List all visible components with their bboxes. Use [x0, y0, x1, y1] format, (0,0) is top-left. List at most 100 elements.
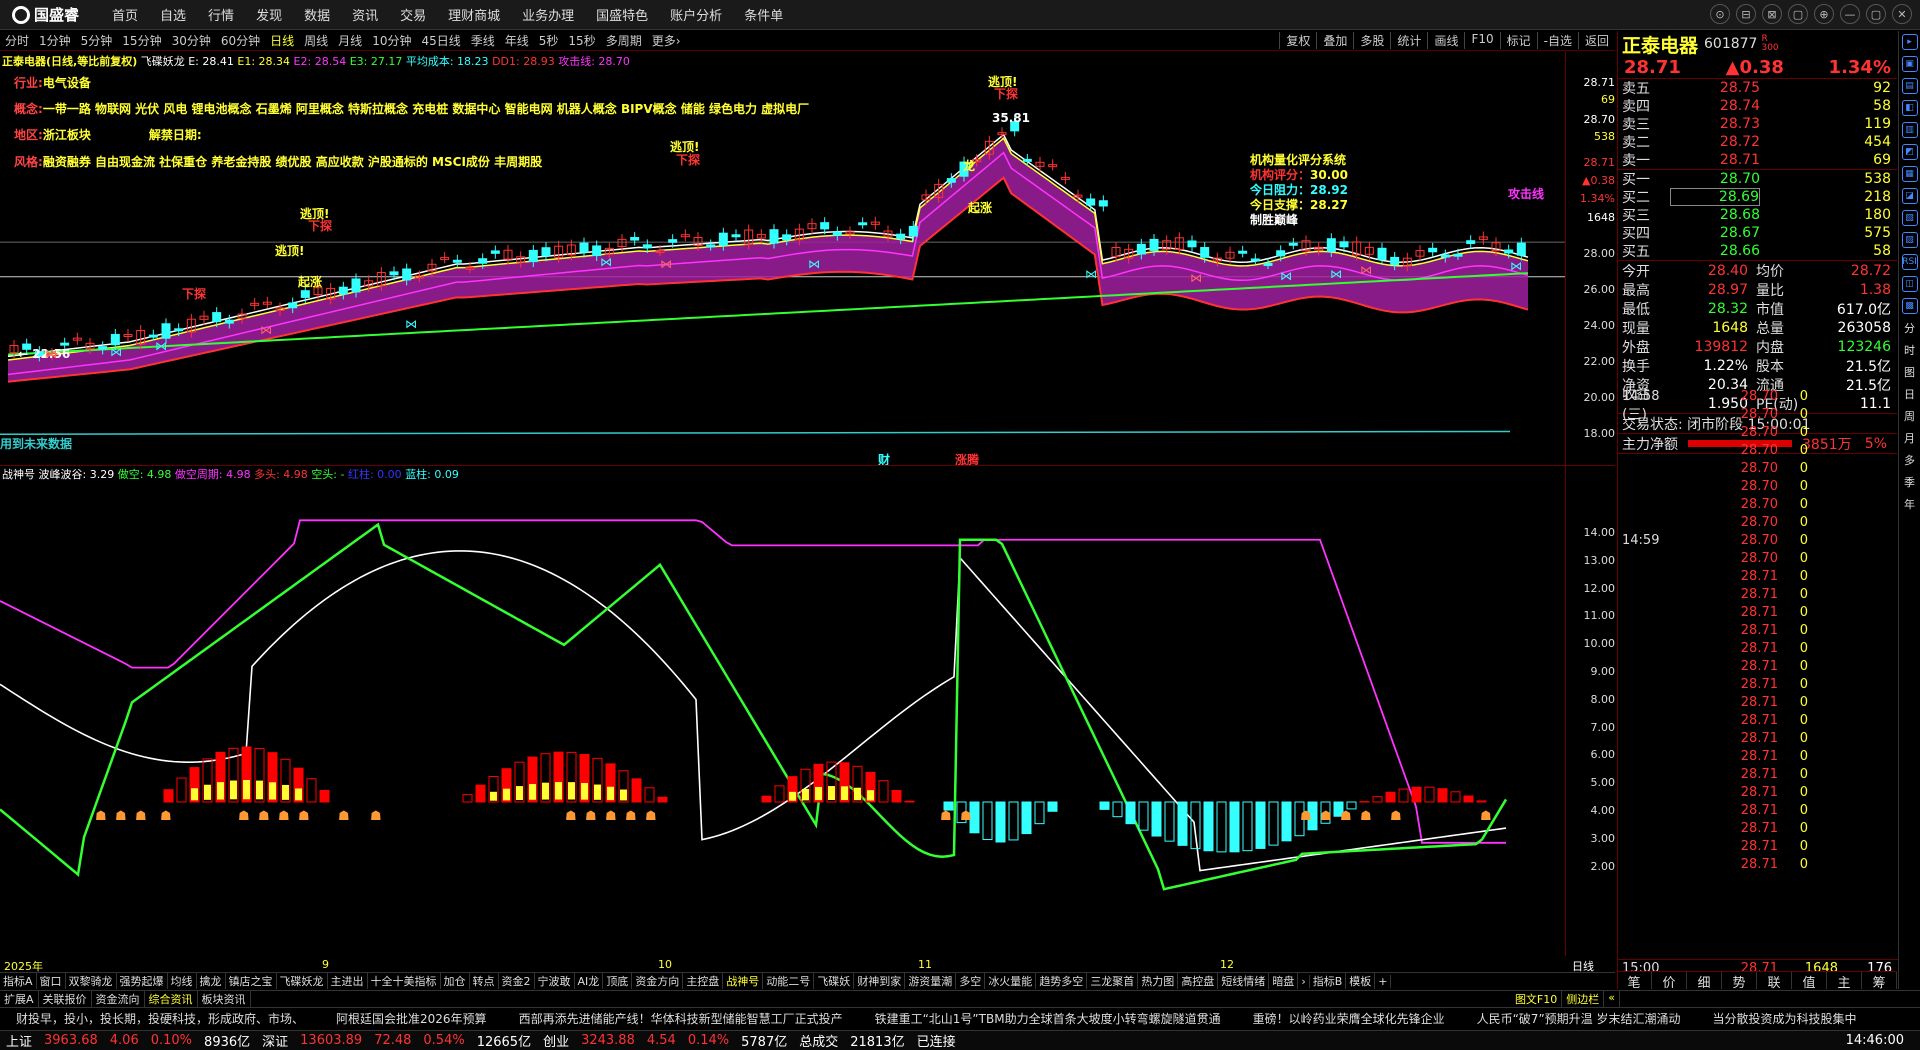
stat-label[interactable]: 今开	[1618, 261, 1668, 281]
axis-label[interactable]: 13.00	[1567, 554, 1616, 567]
stat-value[interactable]: 263058	[1798, 320, 1897, 336]
chart-tool-button[interactable]: 多股	[1353, 32, 1390, 49]
tick-row[interactable]: 28.71 0	[1618, 765, 1898, 783]
book-label[interactable]: 卖二	[1618, 132, 1670, 152]
chart-tool-button[interactable]: 标记	[1499, 32, 1537, 49]
tick-row[interactable]: 28.71 0	[1618, 747, 1898, 765]
period-tab[interactable]: 多周期	[601, 32, 647, 49]
menu-item[interactable]: 资讯	[341, 5, 389, 24]
tick-price[interactable]: 28.70	[1674, 461, 1778, 476]
news-tab[interactable]: 板块资讯	[198, 991, 251, 1007]
axis-label[interactable]: 11.00	[1567, 609, 1616, 622]
tick-price[interactable]: 28.71	[1674, 785, 1778, 800]
stat-label[interactable]: 内盘	[1748, 337, 1798, 357]
tick-price[interactable]: 28.71	[1674, 641, 1778, 656]
indicator-tab[interactable]: 游资量潮	[905, 973, 957, 989]
window-button[interactable]: ▢	[1866, 4, 1886, 24]
period-tab[interactable]: 15秒	[563, 32, 600, 49]
indicator-tab[interactable]: 加仓	[441, 973, 470, 989]
book-label[interactable]: 卖一	[1618, 150, 1670, 170]
tick-price[interactable]: 28.70	[1674, 497, 1778, 512]
book-label[interactable]: 买四	[1618, 223, 1670, 243]
menu-item[interactable]: 发现	[245, 5, 293, 24]
news-headline[interactable]: 人民币“破7”预期升温 岁末结汇潮涌动	[1461, 1010, 1697, 1027]
tick-volume[interactable]: 0	[1778, 839, 1808, 854]
tick-price[interactable]: 28.71	[1674, 749, 1778, 764]
indicator-tab[interactable]: 飞碟妖	[814, 973, 855, 989]
sidebar-icon[interactable]: ▣	[1901, 56, 1918, 72]
cy-index-label[interactable]: 创业	[537, 1031, 575, 1050]
stat-label[interactable]: 总量	[1748, 318, 1798, 338]
tick-row[interactable]: 28.70 0	[1618, 477, 1898, 495]
sidebar-item[interactable]: 季	[1904, 474, 1915, 490]
indicator-tab[interactable]: 短线情绪	[1218, 973, 1270, 989]
stat-value[interactable]: 139812	[1668, 339, 1748, 355]
tick-volume[interactable]: 0	[1778, 623, 1808, 638]
indicator-tab[interactable]: 指标B	[1310, 973, 1347, 989]
tick-price[interactable]: 28.70	[1674, 551, 1778, 566]
tick-price[interactable]: 28.71	[1674, 677, 1778, 692]
axis-label[interactable]: 7.00	[1567, 721, 1616, 734]
tick-volume[interactable]: 0	[1778, 785, 1808, 800]
quote-tab[interactable]: 值	[1792, 972, 1827, 991]
tick-row[interactable]: 28.71 0	[1618, 819, 1898, 837]
quote-tab[interactable]: 筹	[1862, 972, 1897, 991]
tick-volume[interactable]: 0	[1778, 389, 1808, 404]
book-label[interactable]: 买三	[1618, 205, 1670, 225]
window-button[interactable]: ⊠	[1762, 4, 1782, 24]
tick-volume[interactable]: 0	[1778, 443, 1808, 458]
axis-label[interactable]: 4.00	[1567, 804, 1616, 817]
menu-item[interactable]: 交易	[389, 5, 437, 24]
indicator-tab[interactable]: 热力图	[1138, 973, 1179, 989]
tick-price[interactable]: 28.71	[1674, 857, 1778, 872]
window-button[interactable]: ▢	[1788, 4, 1808, 24]
book-price[interactable]: 28.69	[1670, 188, 1760, 206]
news-headline[interactable]: 阿根廷国会批准2026年预算	[320, 1010, 503, 1027]
axis-label[interactable]: 14.00	[1567, 526, 1616, 539]
stat-label[interactable]: 外盘	[1618, 337, 1668, 357]
tick-row[interactable]: 28.71 0	[1618, 621, 1898, 639]
sidebar-icon[interactable]: ◪	[1901, 188, 1918, 204]
tick-volume[interactable]: 0	[1778, 461, 1808, 476]
sidebar-item[interactable]: 图	[1904, 364, 1915, 380]
axis-label[interactable]: 5.00	[1567, 776, 1616, 789]
tick-price[interactable]: 28.71	[1674, 587, 1778, 602]
book-price[interactable]: 28.74	[1670, 98, 1760, 114]
period-tab[interactable]: 1分钟	[34, 32, 76, 49]
period-tab[interactable]: 5秒	[534, 32, 564, 49]
lower-indicator-name[interactable]: 战神号	[2, 468, 35, 481]
tick-volume[interactable]: 0	[1778, 677, 1808, 692]
tick-row[interactable]: 28.71 0	[1618, 801, 1898, 819]
tick-price[interactable]: 28.70	[1674, 407, 1778, 422]
bids-row[interactable]: 买五 28.66 58	[1618, 242, 1897, 260]
sidebar-icon[interactable]: ◩	[1901, 144, 1918, 160]
quote-tab[interactable]: 价	[1652, 972, 1687, 991]
tick-volume[interactable]: 0	[1778, 533, 1808, 548]
period-tab[interactable]: 日线	[265, 32, 299, 49]
tick-row[interactable]: 14:59 28.70 0	[1618, 531, 1898, 549]
indicator-tab[interactable]: 转点	[470, 973, 499, 989]
indicator-tab[interactable]: +	[1375, 974, 1392, 988]
menu-item[interactable]: 行情	[197, 5, 245, 24]
book-price[interactable]: 28.72	[1670, 134, 1760, 150]
sh-index-label[interactable]: 上证	[0, 1031, 38, 1050]
stat-value[interactable]: 617.0亿	[1798, 299, 1897, 319]
tick-price[interactable]: 28.71	[1674, 803, 1778, 818]
book-label[interactable]: 买一	[1618, 169, 1670, 189]
chart-tool-button[interactable]: 复权	[1279, 32, 1316, 49]
sidebar-item[interactable]: 分	[1904, 320, 1915, 336]
tick-row[interactable]: 28.71 0	[1618, 783, 1898, 801]
book-volume[interactable]: 69	[1760, 152, 1897, 168]
stat-row[interactable]: 外盘 139812 内盘 123246	[1618, 337, 1897, 356]
chart-tool-button[interactable]: -自选	[1536, 32, 1578, 49]
stat-label[interactable]: 均价	[1748, 261, 1798, 281]
stat-value[interactable]: 1.22%	[1668, 358, 1748, 374]
axis-label[interactable]: 3.00	[1567, 832, 1616, 845]
window-button[interactable]: ⊟	[1736, 4, 1756, 24]
sidebar-icon[interactable]: ▧	[1901, 210, 1918, 226]
book-volume[interactable]: 538	[1760, 171, 1897, 187]
tick-price[interactable]: 28.71	[1674, 731, 1778, 746]
tick-row[interactable]: 28.71 0	[1618, 855, 1898, 873]
tick-volume[interactable]: 0	[1778, 749, 1808, 764]
stat-row[interactable]: 换手 1.22% 股本 21.5亿	[1618, 356, 1897, 375]
